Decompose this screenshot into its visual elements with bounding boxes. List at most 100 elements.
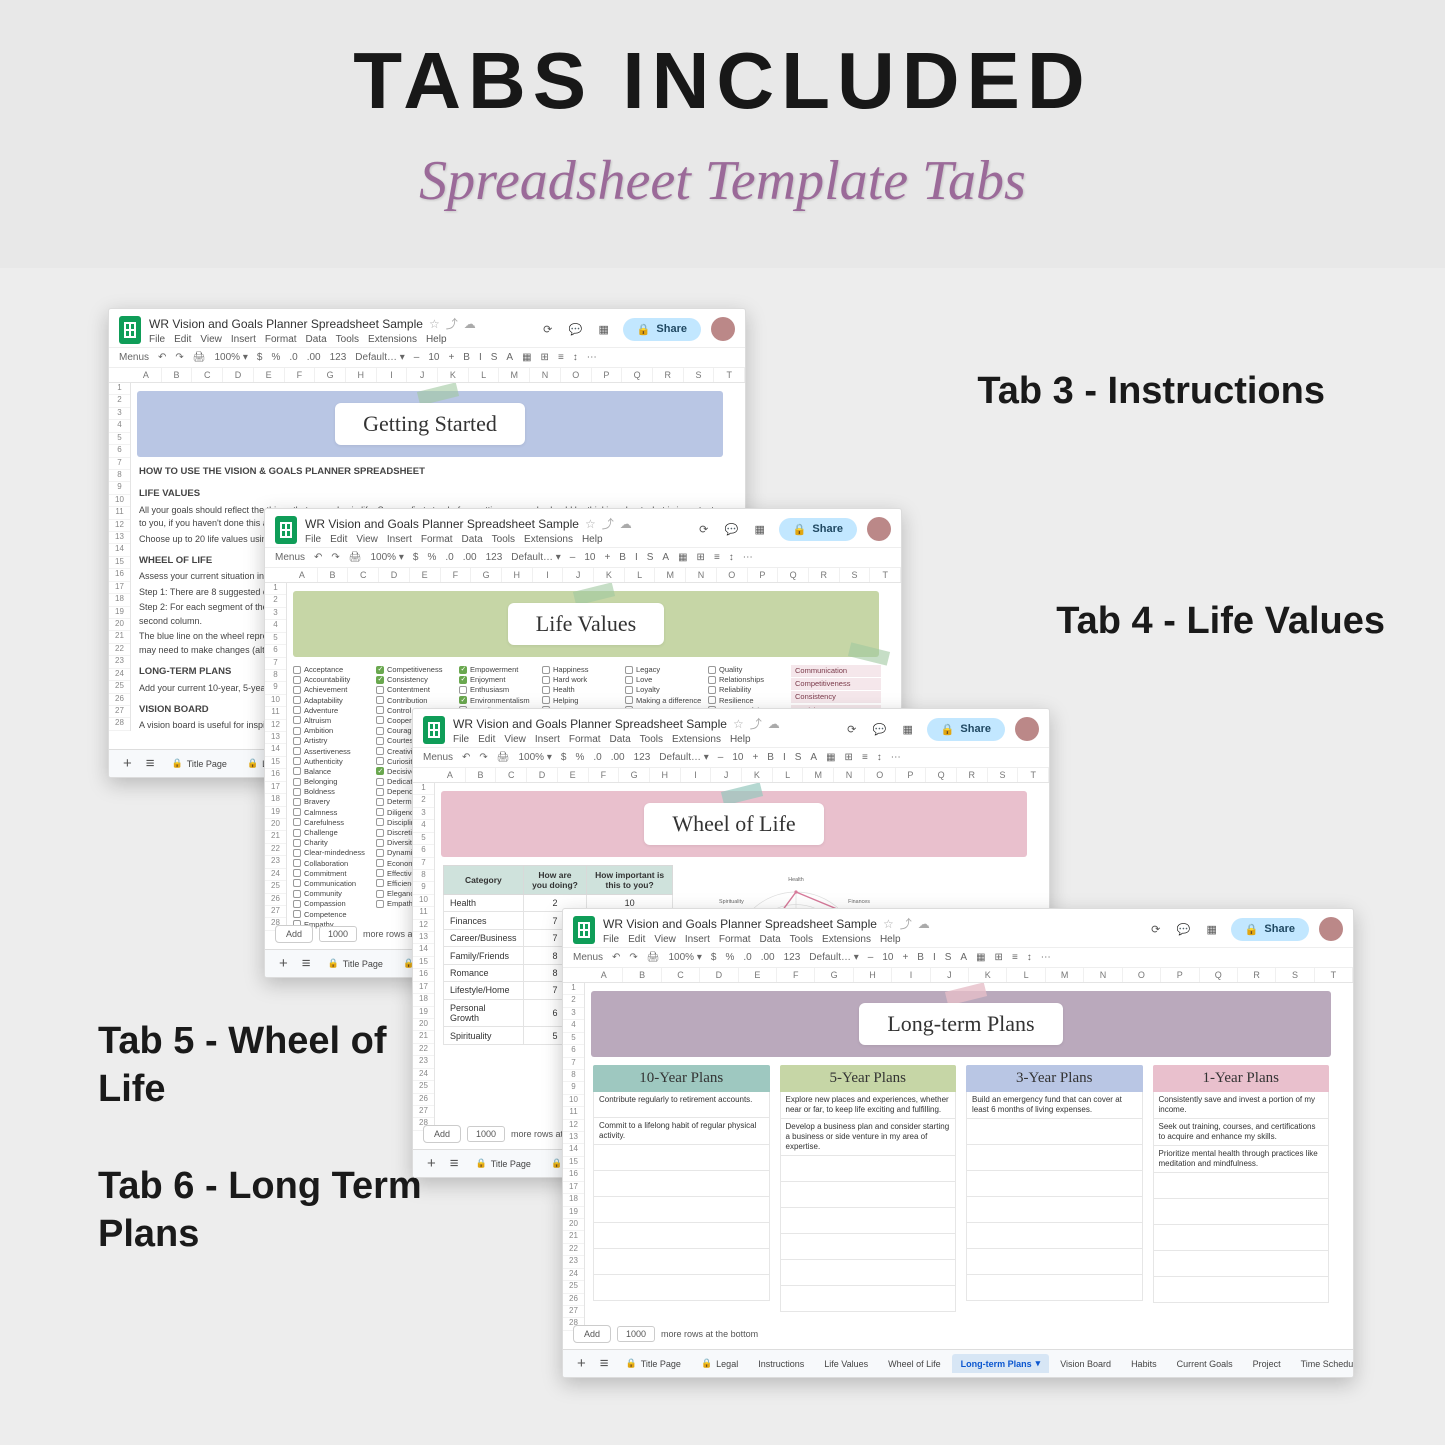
toolbar-item[interactable]: 123 [330, 352, 347, 363]
toolbar-item[interactable]: $ [711, 952, 717, 963]
menu-bar[interactable]: FileEditViewInsertFormatDataToolsExtensi… [149, 334, 476, 345]
menu-item[interactable]: View [654, 934, 676, 945]
value-checkbox[interactable]: Adventure [293, 706, 372, 715]
sheet-tab[interactable]: Wheel of Life [879, 1355, 950, 1373]
value-checkbox[interactable]: Happiness [542, 665, 621, 674]
value-checkbox[interactable]: Competence [293, 910, 372, 919]
toolbar-item[interactable]: Default… ▾ [355, 352, 404, 363]
toolbar-item[interactable]: 10 [584, 552, 595, 563]
sheet-tab[interactable]: 🔒Legal [692, 1354, 747, 1373]
toolbar[interactable]: Menus↶↷🖨100% ▾$%.0.00123Default… ▾–10+BI… [413, 747, 1049, 768]
plan-cell[interactable] [593, 1275, 770, 1301]
toolbar[interactable]: Menus↶↷🖨100% ▾$%.0.00123Default… ▾–10+BI… [109, 347, 745, 368]
add-button[interactable]: Add [275, 925, 313, 943]
meet-icon[interactable]: ▦ [899, 720, 917, 738]
sheet-tab[interactable]: Time Schedule [1292, 1355, 1354, 1373]
meet-icon[interactable]: ▦ [751, 520, 769, 538]
toolbar-item[interactable]: .00 [761, 952, 775, 963]
toolbar-item[interactable]: 10 [882, 952, 893, 963]
toolbar-item[interactable]: ⊞ [541, 352, 549, 363]
value-checkbox[interactable]: Hard work [542, 675, 621, 684]
toolbar-item[interactable]: I [635, 552, 638, 563]
value-checkbox[interactable]: Adaptability [293, 696, 372, 705]
value-checkbox[interactable]: Acceptance [293, 665, 372, 674]
toolbar-item[interactable]: ↷ [331, 552, 339, 563]
menu-item[interactable]: File [305, 534, 321, 545]
toolbar-item[interactable]: – [718, 752, 724, 763]
menu-item[interactable]: Help [426, 334, 447, 345]
sheet-tabs[interactable]: +≡🔒Title Page🔒LegalInstructionsLife Valu… [563, 1349, 1353, 1377]
add-rows[interactable]: Add 1000 more rows at the bottom [573, 1325, 758, 1343]
toolbar-item[interactable]: ↷ [175, 352, 183, 363]
toolbar-item[interactable]: ≡ [862, 752, 868, 763]
value-checkbox[interactable]: Loyalty [625, 685, 704, 694]
plan-cell[interactable] [780, 1156, 957, 1182]
plan-cell[interactable] [780, 1286, 957, 1312]
menu-item[interactable]: Insert [685, 934, 710, 945]
toolbar-item[interactable]: S [795, 752, 802, 763]
add-rows-input[interactable]: 1000 [319, 926, 357, 942]
menu-item[interactable]: Extensions [524, 534, 573, 545]
plan-cell[interactable] [593, 1197, 770, 1223]
sheet-tab[interactable]: Life Values [815, 1355, 877, 1373]
add-rows-input[interactable]: 1000 [617, 1326, 655, 1342]
toolbar-item[interactable]: Menus [423, 752, 453, 763]
toolbar-item[interactable]: $ [561, 752, 567, 763]
all-sheets-button[interactable]: ≡ [296, 955, 317, 972]
sheet-tab[interactable]: 🔒Title Page [467, 1154, 540, 1173]
plan-cell[interactable] [966, 1119, 1143, 1145]
menu-item[interactable]: Tools [336, 334, 359, 345]
plan-cell[interactable] [966, 1223, 1143, 1249]
menu-item[interactable]: Insert [387, 534, 412, 545]
avatar[interactable] [1319, 917, 1343, 941]
value-checkbox[interactable]: Challenge [293, 828, 372, 837]
toolbar-item[interactable]: 🖨 [497, 752, 510, 763]
toolbar-item[interactable]: 🖨 [647, 952, 660, 963]
value-checkbox[interactable]: Consistency [376, 675, 455, 684]
value-checkbox[interactable]: Contribution [376, 696, 455, 705]
plan-cell[interactable] [1153, 1225, 1330, 1251]
avatar[interactable] [711, 317, 735, 341]
history-icon[interactable]: ⟳ [539, 320, 557, 338]
sheet-tab[interactable]: Vision Board [1051, 1355, 1120, 1373]
menu-item[interactable]: View [356, 534, 378, 545]
plan-cell[interactable]: Develop a business plan and consider sta… [780, 1119, 957, 1156]
value-checkbox[interactable]: Competitiveness [376, 665, 455, 674]
cloud-icon[interactable]: ☁ [464, 317, 476, 331]
menu-item[interactable]: Help [730, 734, 751, 745]
value-checkbox[interactable]: Carefulness [293, 818, 372, 827]
sheet-tab[interactable]: Instructions [749, 1355, 813, 1373]
toolbar-item[interactable]: B [619, 552, 626, 563]
share-button[interactable]: 🔒Share [779, 518, 857, 541]
plan-cell[interactable] [593, 1249, 770, 1275]
value-checkbox[interactable]: Charity [293, 838, 372, 847]
toolbar-item[interactable]: ↕ [573, 352, 578, 363]
menu-item[interactable]: Extensions [672, 734, 721, 745]
plan-cell[interactable]: Explore new places and experiences, whet… [780, 1092, 957, 1119]
sheet-tab[interactable]: 🔒Title Page [163, 754, 236, 773]
toolbar-item[interactable]: Default… ▾ [659, 752, 708, 763]
plan-cell[interactable]: Prioritize mental health through practic… [1153, 1146, 1330, 1173]
avatar[interactable] [867, 517, 891, 541]
menu-item[interactable]: Tools [640, 734, 663, 745]
toolbar-item[interactable]: ⋯ [587, 352, 597, 363]
history-icon[interactable]: ⟳ [695, 520, 713, 538]
add-button[interactable]: Add [423, 1125, 461, 1143]
plan-cell[interactable] [966, 1145, 1143, 1171]
value-checkbox[interactable]: Authenticity [293, 757, 372, 766]
toolbar-item[interactable]: ▦ [678, 552, 687, 563]
menu-bar[interactable]: FileEditViewInsertFormatDataToolsExtensi… [305, 534, 632, 545]
plan-cell[interactable] [780, 1208, 957, 1234]
toolbar-item[interactable]: A [662, 552, 669, 563]
toolbar-item[interactable]: + [448, 352, 454, 363]
menu-item[interactable]: Edit [628, 934, 645, 945]
plan-cell[interactable] [593, 1171, 770, 1197]
toolbar-item[interactable]: B [917, 952, 924, 963]
toolbar-item[interactable]: 🖨 [193, 352, 206, 363]
add-sheet-button[interactable]: + [421, 1155, 442, 1172]
toolbar-item[interactable]: % [575, 752, 584, 763]
toolbar-item[interactable]: A [810, 752, 817, 763]
add-rows-input[interactable]: 1000 [467, 1126, 505, 1142]
toolbar-item[interactable]: ↶ [612, 952, 620, 963]
add-sheet-button[interactable]: + [273, 955, 294, 972]
